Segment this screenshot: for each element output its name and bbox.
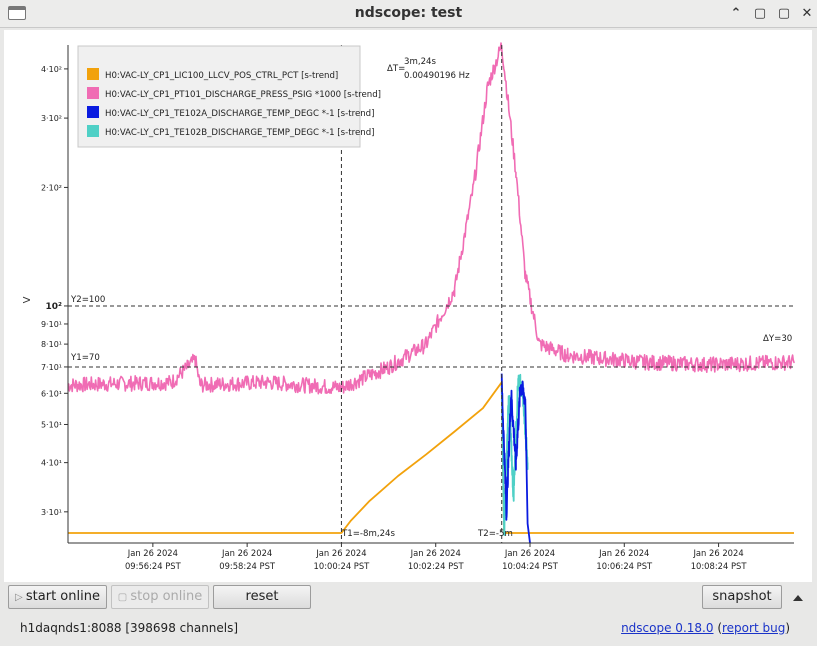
stop-online-label: stop online [130,589,203,604]
server-status: h1daqnds1:8088 [398698 channels] [20,621,239,635]
reset-button[interactable]: reset [213,585,311,609]
y-tick-label: 10² [46,302,63,312]
legend-item[interactable]: H0:VAC-LY_CP1_TE102B_DISCHARGE_TEMP_DEGC… [105,128,375,138]
collapse-up-icon[interactable] [790,590,806,606]
x-tick-date: Jan 26 2024 [598,548,649,558]
delta-t-label: ΔT= [387,64,405,74]
legend[interactable]: H0:VAC-LY_CP1_LIC100_LLCV_POS_CTRL_PCT [… [77,45,381,148]
trend-chart[interactable]: 3·10¹ 4·10¹ 5·10¹ 6·10¹ 7·10¹ 8·10¹ 9·10¹ 10² 2·… [4,30,812,582]
start-online-label: start online [25,589,100,604]
paren-close: ) [785,621,790,635]
x-tick-date: Jan 26 2024 [504,548,555,558]
y-tick-label: 4·10² [41,65,62,74]
x-tick-date: Jan 26 2024 [692,548,743,558]
legend-swatch [87,125,99,137]
y-tick-label: 5·10¹ [41,420,62,429]
delta-t-frequency: 0.00490196 Hz [404,71,470,81]
x-tick-time: 10:00:24 PST [314,561,371,571]
y-axis-label: V [22,296,33,303]
version-link[interactable]: ndscope 0.18.0 [621,621,713,635]
x-tick-time: 10:08:24 PST [691,561,748,571]
delta-y-label: ΔY=30 [763,334,792,344]
x-tick-time: 10:04:24 PST [502,561,559,571]
legend-item[interactable]: H0:VAC-LY_CP1_TE102A_DISCHARGE_TEMP_DEGC… [105,109,374,119]
legend-swatch [87,106,99,118]
y-tick-label: 6·10¹ [41,389,62,398]
x-tick-time: 10:06:24 PST [596,561,653,571]
maximize-icon[interactable]: ▢ [750,4,770,24]
y2-cursor-label: Y2=100 [70,295,105,305]
y-tick-label: 8·10¹ [41,340,62,349]
x-tick-time: 10:02:24 PST [408,561,465,571]
title-bar: ndscope: test ⌃ ▢ ▢ ✕ [0,0,817,28]
y-tick-label: 4·10¹ [41,459,62,468]
snapshot-button[interactable]: snapshot [702,585,782,609]
legend-swatch [87,87,99,99]
x-tick-date: Jan 26 2024 [315,548,366,558]
x-tick-time: 09:58:24 PST [219,561,276,571]
start-online-button[interactable]: ▷ start online [8,585,107,609]
y1-cursor-label: Y1=70 [70,353,100,363]
x-tick-time: 09:56:24 PST [125,561,182,571]
y-tick-label: 9·10¹ [41,320,62,329]
play-icon: ▷ [15,592,26,603]
window-title: ndscope: test [354,5,463,21]
stop-icon: ▢ [117,592,131,603]
y-tick-label: 3·10¹ [41,508,62,517]
y-tick-label: 2·10² [41,183,62,192]
legend-item[interactable]: H0:VAC-LY_CP1_PT101_DISCHARGE_PRESS_PSIG… [105,90,381,100]
minimize-icon[interactable]: ⌃ [726,4,746,24]
t2-cursor-label: T2=-5m [477,529,513,539]
plot-area[interactable]: 3·10¹ 4·10¹ 5·10¹ 6·10¹ 7·10¹ 8·10¹ 9·10¹ 10² 2·… [4,30,812,582]
x-tick-date: Jan 26 2024 [410,548,461,558]
x-tick-date: Jan 26 2024 [127,548,178,558]
t1-cursor-label: T1=-8m,24s [341,529,396,539]
legend-swatch [87,68,99,80]
version-info: ndscope 0.18.0 (report bug) [621,621,790,635]
y-tick-label: 7·10¹ [41,363,62,372]
restore-icon[interactable]: ▢ [774,4,794,24]
y-tick-label: 3·10² [41,114,62,123]
delta-t-value: 3m,24s [404,57,437,67]
close-icon[interactable]: ✕ [797,4,817,24]
x-tick-date: Jan 26 2024 [221,548,272,558]
legend-item[interactable]: H0:VAC-LY_CP1_LIC100_LLCV_POS_CTRL_PCT [… [105,71,338,81]
report-bug-link[interactable]: report bug [722,621,785,635]
stop-online-button[interactable]: ▢ stop online [111,585,209,609]
